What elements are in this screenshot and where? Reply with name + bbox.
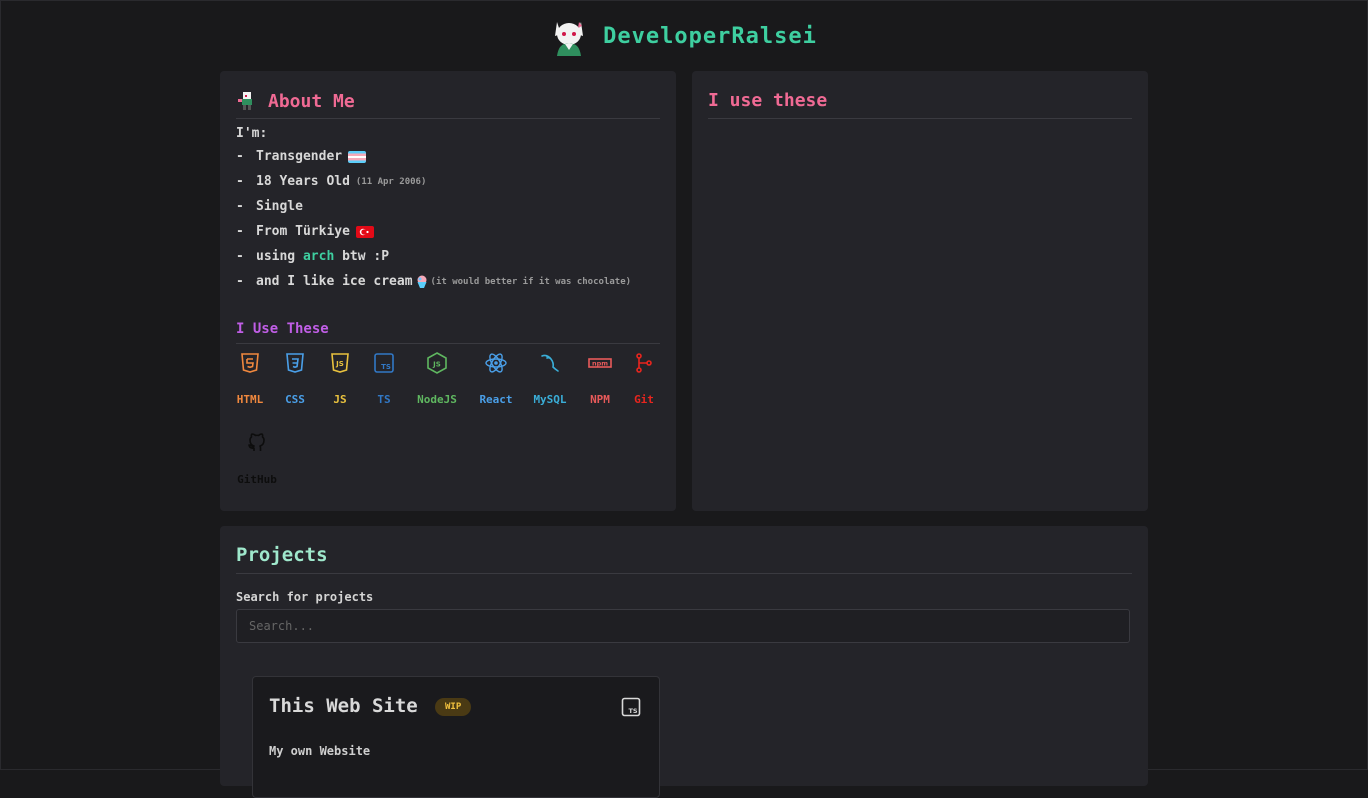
javascript-icon: JS — [331, 353, 349, 373]
ralsei-sprite-icon — [238, 92, 252, 110]
about-intro: I'm: — [236, 125, 268, 141]
tool-label: JS — [333, 393, 347, 406]
svg-text:TS: TS — [381, 363, 391, 371]
site-header: DeveloperRalsei — [0, 12, 1368, 60]
tool-mysql[interactable]: MySQL — [532, 351, 568, 406]
about-item-text: Transgender — [256, 148, 343, 164]
tool-label: GitHub — [237, 473, 277, 486]
dash: - — [236, 273, 244, 289]
nodejs-icon: JS — [427, 352, 447, 374]
about-item: - From Türkiye — [236, 219, 631, 244]
github-icon — [248, 433, 265, 451]
divider — [236, 118, 660, 119]
trans-flag-icon — [348, 150, 367, 163]
tool-npm[interactable]: npm NPM — [586, 351, 614, 406]
typescript-icon: TS — [374, 353, 394, 373]
tool-nodejs[interactable]: JS NodeJS — [414, 351, 460, 406]
tool-js[interactable]: JS JS — [328, 351, 352, 406]
git-icon — [636, 353, 652, 373]
tool-label: React — [479, 393, 513, 406]
dash: - — [236, 223, 244, 239]
css3-icon — [286, 353, 304, 373]
project-card-description: My own Website — [269, 744, 371, 758]
about-item-text: using — [256, 248, 296, 264]
about-item-text: Single — [256, 198, 303, 214]
projects-panel: Projects Search for projects This Web Si… — [220, 526, 1148, 798]
ice-cream-icon — [417, 275, 427, 288]
npm-icon: npm — [588, 358, 612, 368]
about-list: I'm: - Transgender - 18 Years Old (11 Ap… — [236, 123, 631, 294]
about-item-text: btw :P — [342, 248, 390, 264]
use-panel: I use these — [692, 71, 1148, 511]
about-item: - Transgender — [236, 144, 631, 169]
status-badge: WIP — [435, 698, 472, 716]
tool-css[interactable]: CSS — [284, 351, 306, 406]
about-title-text: About Me — [268, 90, 355, 112]
tool-label: Git — [634, 393, 654, 406]
dash: - — [236, 148, 244, 164]
about-item: - using arch btw :P — [236, 244, 631, 269]
tool-label: TS — [377, 393, 391, 406]
about-item-note: (11 Apr 2006) — [355, 176, 427, 187]
about-item: - and I like ice cream (it would better … — [236, 269, 631, 294]
html5-icon — [241, 353, 259, 373]
tool-label: CSS — [285, 393, 305, 406]
about-item: - 18 Years Old (11 Apr 2006) — [236, 169, 631, 194]
search-label: Search for projects — [236, 590, 374, 604]
svg-text:TS: TS — [628, 707, 637, 715]
react-icon — [485, 353, 507, 373]
turkey-flag-icon — [355, 225, 374, 238]
svg-text:npm: npm — [592, 360, 608, 368]
dash: - — [236, 248, 244, 264]
projects-title: Projects — [236, 544, 328, 566]
tool-github[interactable]: GitHub — [236, 431, 278, 486]
dash: - — [236, 173, 244, 189]
svg-text:JS: JS — [335, 360, 344, 368]
tool-label: HTML — [236, 393, 264, 406]
tool-react[interactable]: React — [476, 351, 516, 406]
tools-title: I Use These — [236, 321, 329, 337]
site-title[interactable]: DeveloperRalsei — [603, 24, 817, 49]
project-card[interactable]: This Web Site WIP TS My own Website — [252, 676, 660, 798]
arch-highlight: arch — [302, 248, 335, 264]
svg-text:JS: JS — [432, 361, 441, 369]
about-title: About Me — [236, 90, 355, 112]
tool-label: NodeJS — [417, 393, 457, 406]
about-panel: About Me I'm: - Transgender - 18 Years O… — [220, 71, 676, 511]
tool-ts[interactable]: TS TS — [372, 351, 396, 406]
divider — [708, 118, 1132, 119]
dash: - — [236, 198, 244, 214]
tool-git[interactable]: Git — [632, 351, 656, 406]
tool-html[interactable]: HTML — [236, 351, 264, 406]
divider — [236, 573, 1132, 574]
tool-label: NPM — [590, 393, 610, 406]
mysql-icon — [541, 354, 559, 372]
about-item-text: and I like ice cream — [256, 273, 413, 289]
about-item: - Single — [236, 194, 631, 219]
avatar[interactable] — [551, 16, 587, 56]
about-item-text: From Türkiye — [256, 223, 350, 239]
tool-label: MySQL — [533, 393, 567, 406]
project-search-input[interactable] — [236, 609, 1130, 643]
divider — [236, 343, 660, 344]
typescript-icon: TS — [621, 697, 641, 717]
about-item-note: (it would better if it was chocolate) — [430, 276, 632, 287]
project-card-title: This Web Site — [269, 695, 418, 717]
about-item-text: 18 Years Old — [256, 173, 350, 189]
use-panel-title: I use these — [708, 90, 828, 111]
